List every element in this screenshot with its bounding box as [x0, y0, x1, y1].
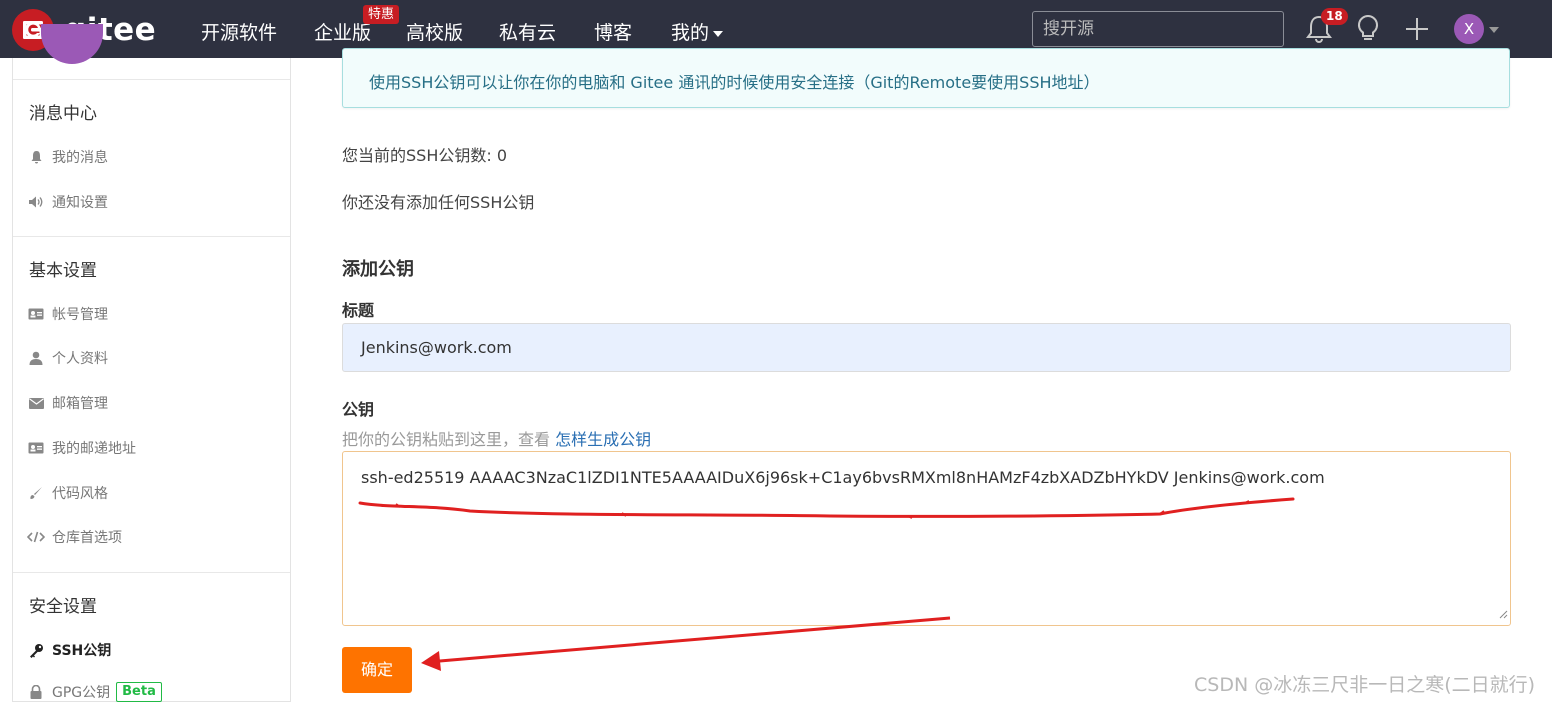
- sidebar-item-label: GPG公钥: [52, 685, 111, 701]
- id-card-icon: [27, 306, 45, 322]
- sidebar-item-code-style[interactable]: 代码风格: [27, 483, 108, 503]
- sidebar-item-postal-address[interactable]: 我的邮递地址: [27, 438, 136, 458]
- sidebar-item-label: 我的消息: [52, 150, 108, 166]
- annotation-arrowhead: [421, 651, 441, 671]
- sidebar-heading-security: 安全设置: [29, 597, 97, 617]
- sidebar-item-notification-settings[interactable]: 通知设置: [27, 192, 108, 212]
- sidebar-heading-messages: 消息中心: [29, 104, 97, 124]
- plus-icon[interactable]: [1404, 14, 1430, 48]
- public-key-textarea[interactable]: ssh-ed25519 AAAAC3NzaC1lZDI1NTE5AAAAIDuX…: [342, 451, 1511, 626]
- sidebar-item-email[interactable]: 邮箱管理: [27, 393, 108, 413]
- address-card-icon: [27, 440, 45, 456]
- add-key-title: 添加公钥: [342, 259, 414, 280]
- key-title-input[interactable]: Jenkins@work.com: [342, 323, 1511, 372]
- sidebar-item-label: 个人资料: [52, 351, 108, 367]
- sidebar-item-label: 邮箱管理: [52, 396, 108, 412]
- code-icon: [27, 529, 45, 545]
- user-avatar[interactable]: X: [1454, 14, 1484, 44]
- lock-icon: [27, 684, 45, 700]
- ssh-key-count: 您当前的SSH公钥数: 0: [342, 146, 508, 165]
- nav-blog[interactable]: 博客: [594, 18, 632, 45]
- sidebar-item-label: 我的邮递地址: [52, 441, 136, 457]
- key-icon: [27, 642, 45, 658]
- avatar: [41, 24, 103, 64]
- chevron-down-icon: [713, 30, 724, 37]
- user-icon: [27, 350, 45, 366]
- resize-handle-icon[interactable]: [1499, 604, 1508, 623]
- public-key-value: ssh-ed25519 AAAAC3NzaC1lZDI1NTE5AAAAIDuX…: [361, 468, 1325, 487]
- promo-badge: 特惠: [363, 5, 400, 24]
- envelope-icon: [27, 395, 45, 411]
- sidebar-item-account[interactable]: 帐号管理: [27, 304, 108, 324]
- divider: [13, 572, 290, 573]
- sidebar-heading-basic: 基本设置: [29, 261, 97, 281]
- generate-key-help-link[interactable]: 怎样生成公钥: [555, 430, 651, 449]
- volume-icon: [27, 194, 45, 210]
- sidebar-item-label: 仓库首选项: [52, 530, 122, 546]
- brush-icon: [27, 485, 45, 501]
- sidebar-item-label: 帐号管理: [52, 307, 108, 323]
- settings-sidebar: 消息中心 我的消息 通知设置 基本设置 帐号管理 个人资料 邮箱管理 我的邮递地…: [12, 24, 291, 702]
- nav-open-source[interactable]: 开源软件: [201, 18, 277, 45]
- search-input[interactable]: 搜开源: [1032, 11, 1284, 47]
- confirm-button[interactable]: 确定: [342, 647, 412, 693]
- bell-icon: [27, 149, 45, 165]
- nav-education[interactable]: 高校版: [406, 18, 463, 45]
- key-hint: 把你的公钥粘贴到这里，查看 怎样生成公钥: [342, 426, 651, 450]
- nav-mine-dropdown[interactable]: 我的: [671, 18, 724, 45]
- ssh-info-box: 使用SSH公钥可以让你在你的电脑和 Gitee 通讯的时候使用安全连接（Git的…: [342, 48, 1510, 108]
- chevron-down-icon[interactable]: [1489, 27, 1499, 33]
- sidebar-item-gpg-keys[interactable]: GPG公钥 Beta: [27, 682, 162, 702]
- lightbulb-icon[interactable]: [1355, 14, 1381, 48]
- watermark: CSDN @冰冻三尺非一日之寒(二日就行): [1194, 674, 1536, 696]
- sidebar-item-label: 通知设置: [52, 195, 108, 211]
- sidebar-item-ssh-keys[interactable]: SSH公钥: [27, 640, 111, 660]
- key-hint-text: 把你的公钥粘贴到这里，查看: [342, 430, 556, 449]
- divider: [13, 236, 290, 237]
- sidebar-item-repo-preferences[interactable]: 仓库首选项: [27, 527, 122, 547]
- sidebar-item-profile[interactable]: 个人资料: [27, 348, 108, 368]
- beta-badge: Beta: [116, 682, 162, 702]
- no-ssh-key-message: 你还没有添加任何SSH公钥: [342, 193, 535, 212]
- nav-mine-label: 我的: [671, 22, 710, 44]
- ssh-info-text: 使用SSH公钥可以让你在你的电脑和 Gitee 通讯的时候使用安全连接（Git的…: [369, 73, 1100, 92]
- divider: [13, 79, 290, 80]
- sidebar-item-label: 代码风格: [52, 486, 108, 502]
- key-field-label: 公钥: [342, 400, 375, 419]
- sidebar-item-label: SSH公钥: [52, 643, 112, 659]
- sidebar-item-my-messages[interactable]: 我的消息: [27, 147, 108, 167]
- notification-count-badge: 18: [1321, 8, 1348, 25]
- title-field-label: 标题: [342, 301, 375, 320]
- nav-private-cloud[interactable]: 私有云: [499, 18, 556, 45]
